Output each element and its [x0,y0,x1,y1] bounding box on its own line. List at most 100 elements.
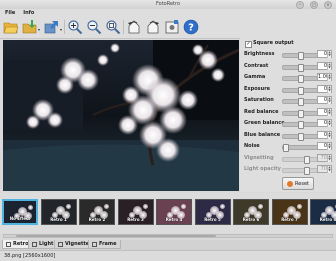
menu-bar: File Info [0,9,336,17]
slider-row: Blue balance 0 ▲ ▼ [244,130,334,141]
tab-frame[interactable]: Frame [88,240,121,249]
spin-arrows-icon[interactable]: ▲ ▼ [327,97,331,104]
thumbnail-label: Retro 1 [50,217,67,222]
export-dropdown-icon[interactable]: ▾ [60,27,62,32]
spin-arrows-icon[interactable]: ▲ ▼ [327,131,331,139]
noise-slider[interactable] [282,144,318,152]
open-icon[interactable] [3,19,19,35]
settings-icon[interactable] [164,19,180,35]
menu-file[interactable]: File [5,10,15,16]
thumbnail-scrollbar[interactable] [3,234,333,238]
contrast-slider[interactable] [282,63,318,72]
save-icon[interactable] [22,19,38,35]
slider-knob[interactable] [298,52,304,60]
zoom-in-icon[interactable] [67,19,83,35]
spin-arrows-icon[interactable]: ▲ ▼ [327,85,331,93]
spin-arrows-icon[interactable]: ▲ ▼ [327,74,331,81]
exposure-slider[interactable] [282,86,318,95]
slider-knob[interactable] [298,75,304,83]
adjustments-panel: ✓ Square output Brightness 0 ▲ ▼ Contrast 0 ▲ ▼… [240,38,336,192]
slider-knob[interactable] [298,86,304,95]
zoom-fit-icon[interactable] [105,19,121,35]
svg-text:?: ? [188,23,194,34]
frame-tab-icon [92,241,97,247]
save-dropdown-icon[interactable]: ▾ [38,27,40,32]
spin-arrows-icon[interactable]: ▲ ▼ [327,51,331,58]
light-opacity-slider[interactable] [282,167,318,175]
red-balance-slider[interactable] [282,109,318,118]
zoom-out-icon[interactable] [86,19,102,35]
slider-knob[interactable] [298,121,304,129]
exposure-label: Exposure [244,85,271,92]
maximize-icon[interactable]: □ [310,1,318,9]
tab-label: Frame [99,241,117,247]
effect-thumbnail[interactable]: Retro 6 [233,199,269,225]
close-icon[interactable]: × [324,1,332,9]
saturation-spinbox[interactable]: 0 ▲ ▼ [317,96,332,104]
slider-row: Green balance 0 ▲ ▼ [244,119,334,129]
tab-label: Retro [13,241,29,247]
vignetting-label: Vignetting [244,154,274,161]
thumbnail-label: Retro 6 [242,217,260,222]
exposure-spinbox[interactable]: 0 ▲ ▼ [317,84,332,93]
light-opacity-label: Light opacity [244,166,281,172]
spin-arrows-icon[interactable]: ▲ ▼ [327,143,331,150]
rotate-left-icon[interactable] [126,19,142,35]
blue-balance-label: Blue balance [244,131,281,138]
effect-thumbnail[interactable]: Retro 7 [271,199,308,225]
effect-thumbnail[interactable]: Retro 1 [40,199,77,225]
effect-thumbnail[interactable]: Retro 3 [117,199,154,225]
retro-tab-icon [6,241,11,247]
minimize-icon[interactable]: – [296,1,304,9]
slider-knob[interactable] [304,155,310,164]
slider-knob[interactable] [304,167,310,175]
slider-knob[interactable] [298,98,304,106]
spin-arrows-icon[interactable]: ▲ ▼ [327,154,331,162]
export-icon[interactable] [44,19,60,35]
spin-arrows-icon[interactable]: ▲ ▼ [327,166,331,173]
effect-thumbnail[interactable]: No Effect [2,199,38,225]
vignetting-slider[interactable] [282,155,318,164]
square-output-checkbox[interactable]: ✓ [245,41,252,48]
reset-button[interactable]: Reset [282,177,314,190]
gamma-slider[interactable] [282,75,318,83]
saturation-slider[interactable] [282,98,318,106]
noise-spinbox[interactable]: 0 ▲ ▼ [317,142,332,150]
spin-arrows-icon[interactable]: ▲ ▼ [327,120,331,127]
vignetting-spinbox[interactable]: 70 ▲ ▼ [317,153,332,162]
square-output-label: Square output [253,40,294,46]
effect-thumbnail[interactable]: Retro 8 [310,199,336,225]
brightness-spinbox[interactable]: 0 ▲ ▼ [317,50,332,58]
effects-strip: No Effect Retro 1 Retro 2 Retro 3 Retro 4 Ret… [0,193,336,233]
vignette-tab-icon [58,241,63,247]
slider-row: Noise 0 ▲ ▼ [244,142,334,152]
slider-knob[interactable] [283,144,289,152]
slider-knob[interactable] [298,63,304,72]
status-text: 38.png [2560x1600] [4,253,56,259]
light-tab-icon [32,241,37,247]
slider-knob[interactable] [298,132,304,141]
slider-row: Saturation 0 ▲ ▼ [244,96,334,106]
slider-row: Brightness 0 ▲ ▼ [244,50,334,60]
green-balance-spinbox[interactable]: 0 ▲ ▼ [317,119,332,127]
effect-thumbnail[interactable]: Retro 5 [194,199,231,225]
photo-preview[interactable] [3,40,239,191]
red-balance-spinbox[interactable]: 0 ▲ ▼ [317,107,332,116]
effect-thumbnail[interactable]: Retro 4 [156,199,192,225]
effect-thumbnail[interactable]: Retro 2 [79,199,115,225]
blue-balance-spinbox[interactable]: 0 ▲ ▼ [317,130,332,139]
rotate-right-icon[interactable] [145,19,161,35]
brightness-slider[interactable] [282,52,318,60]
slider-knob[interactable] [298,109,304,118]
light-opacity-spinbox[interactable]: 70 ▲ ▼ [317,165,332,173]
scrollbar-thumb[interactable] [16,235,216,237]
noise-label: Noise [244,143,260,149]
help-icon[interactable]: ? [183,19,199,35]
spin-arrows-icon[interactable]: ▲ ▼ [327,108,331,116]
spin-arrows-icon[interactable]: ▲ ▼ [327,62,331,70]
menu-info[interactable]: Info [23,10,34,16]
contrast-spinbox[interactable]: 0 ▲ ▼ [317,61,332,70]
green-balance-slider[interactable] [282,121,318,129]
blue-balance-slider[interactable] [282,132,318,141]
gamma-spinbox[interactable]: 1.00 ▲ ▼ [317,73,332,81]
